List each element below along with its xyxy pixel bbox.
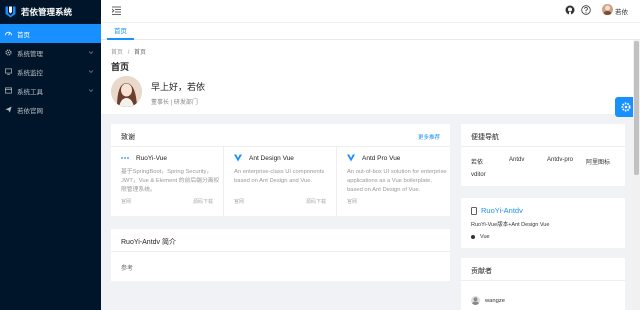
project-site-link[interactable]: 官网 xyxy=(234,198,244,205)
project-card[interactable]: Ant Design Vue An enterprise-class UI co… xyxy=(224,147,337,216)
ellipsis-icon xyxy=(121,157,129,159)
quick-link[interactable]: 若依 xyxy=(471,157,483,166)
quick-link[interactable]: Antdv xyxy=(509,157,524,163)
app-title: 若依管理系统 xyxy=(21,7,73,17)
repo-desc: RuoYi-Vue版本+Ant Design Vue xyxy=(471,222,550,228)
logo-icon xyxy=(5,6,16,18)
chevron-down-icon xyxy=(89,89,93,92)
question-icon[interactable] xyxy=(581,5,591,15)
sidebar-item-website[interactable]: 若依官网 xyxy=(0,100,101,119)
vue-logo-icon xyxy=(347,154,355,162)
menu-fold-icon[interactable] xyxy=(112,6,121,15)
sidebar-item-label: 系统管理 xyxy=(17,50,43,58)
top-header xyxy=(101,0,640,23)
project-download-link[interactable]: 源码下载 xyxy=(193,198,213,205)
card-header: RuoYi-Antdv 简介 xyxy=(111,229,450,252)
project-desc: An enterprise-class UI components based … xyxy=(234,169,325,184)
breadcrumb-root[interactable]: 首页 xyxy=(111,50,123,56)
contributors-card: 贡献者 wangze xyxy=(461,258,625,310)
repo-card: RuoYi-Antdv RuoYi-Vue版本+Ant Design Vue V… xyxy=(461,198,625,248)
language-dot xyxy=(471,235,475,239)
chevron-down-icon xyxy=(89,70,93,73)
project-desc: 基于SpringBoot，Spring Security，JWT，Vue & E… xyxy=(121,169,220,193)
project-name: RuoYi-Vue xyxy=(136,155,167,162)
project-card[interactable]: Antd Pro Vue An out-of-box UI solution f… xyxy=(337,147,450,216)
quick-link[interactable]: Antdv-pro xyxy=(547,157,573,163)
card-header: 贡献者 xyxy=(461,258,625,281)
contributor-name[interactable]: wangze xyxy=(485,298,505,304)
more-link[interactable]: 更多推荐 xyxy=(418,133,440,141)
intro-body: 参考 xyxy=(121,266,134,272)
intro-card: RuoYi-Antdv 简介 参考 xyxy=(111,229,450,281)
avatar-image xyxy=(111,76,142,107)
user-avatar xyxy=(111,76,142,107)
sidebar-item-label: 系统工具 xyxy=(17,88,43,96)
sidebar-item-label: 若依官网 xyxy=(17,107,43,115)
quick-link[interactable]: 阿里图标 xyxy=(586,157,610,166)
mobile-icon xyxy=(471,207,477,215)
sidebar-item-tools[interactable]: 系统工具 xyxy=(0,81,101,100)
avatar-image xyxy=(603,5,612,15)
project-name: Ant Design Vue xyxy=(249,155,294,162)
sidebar-item-system[interactable]: 系统管理 xyxy=(0,43,101,62)
card-title: RuoYi-Antdv 简介 xyxy=(121,239,176,246)
avatar-image xyxy=(471,297,480,305)
breadcrumb-separator: / xyxy=(127,50,130,56)
page-header: 首页 / 首页 首页 早上好，若依 董事长 | 研发部门 xyxy=(101,40,633,114)
repo-name[interactable]: RuoYi-Antdv xyxy=(481,206,523,215)
greeting: 早上好，若依 xyxy=(151,82,206,92)
monitor-icon xyxy=(5,68,12,75)
sidebar-item-home[interactable]: 首页 xyxy=(0,24,101,43)
repo-language-label: Vue xyxy=(480,234,490,240)
project-name: Antd Pro Vue xyxy=(362,155,401,162)
tab-bar: 首页 xyxy=(101,23,640,40)
repo-language: Vue xyxy=(471,234,490,240)
quick-link[interactable]: vditor xyxy=(471,172,486,178)
chevron-down-icon xyxy=(89,51,93,54)
github-icon[interactable] xyxy=(565,5,575,15)
scrollbar-thumb[interactable] xyxy=(634,41,639,175)
card-title: 便捷导航 xyxy=(471,134,499,141)
project-desc: An out-of-box UI solution for enterprise… xyxy=(347,169,447,192)
sidebar-item-label: 首页 xyxy=(17,31,30,39)
username[interactable]: 若依 xyxy=(615,6,628,16)
tab-home[interactable]: 首页 xyxy=(107,23,134,40)
project-site-link[interactable]: 官网 xyxy=(121,198,131,205)
setting-icon xyxy=(5,49,12,56)
card-header: 便捷导航 xyxy=(461,124,625,147)
card-title: 贡献者 xyxy=(471,268,492,275)
project-download-link[interactable]: 源码下载 xyxy=(306,198,326,205)
vue-logo-icon xyxy=(234,154,242,162)
user-role: 董事长 | 研发部门 xyxy=(151,100,198,106)
sidebar: 若依管理系统 首页 系统管理 系统监控 系统工具 若依官网 xyxy=(0,0,101,310)
breadcrumb-current: 首页 xyxy=(134,50,147,56)
card-header: 致谢 更多推荐 xyxy=(111,124,450,147)
quick-nav-card: 便捷导航 若依 Antdv Antdv-pro 阿里图标 vditor xyxy=(461,124,625,186)
project-card[interactable]: RuoYi-Vue 基于SpringBoot，Spring Security，J… xyxy=(111,147,224,216)
breadcrumb: 首页 / 首页 xyxy=(111,47,146,56)
tool-icon xyxy=(5,87,12,94)
logo[interactable]: 若依管理系统 xyxy=(0,0,101,24)
thanks-card: 致谢 更多推荐 RuoYi-Vue 基于SpringBoot，Spring Se… xyxy=(111,124,450,216)
contributor-avatar[interactable] xyxy=(471,296,480,305)
send-icon xyxy=(5,106,12,113)
sidebar-item-monitor[interactable]: 系统监控 xyxy=(0,62,101,81)
sidebar-item-label: 系统监控 xyxy=(17,69,43,77)
project-site-link[interactable]: 官网 xyxy=(347,198,357,205)
dashboard-icon xyxy=(5,31,12,36)
avatar[interactable] xyxy=(602,4,613,15)
page-title: 首页 xyxy=(111,62,130,72)
card-title: 致谢 xyxy=(121,134,135,141)
